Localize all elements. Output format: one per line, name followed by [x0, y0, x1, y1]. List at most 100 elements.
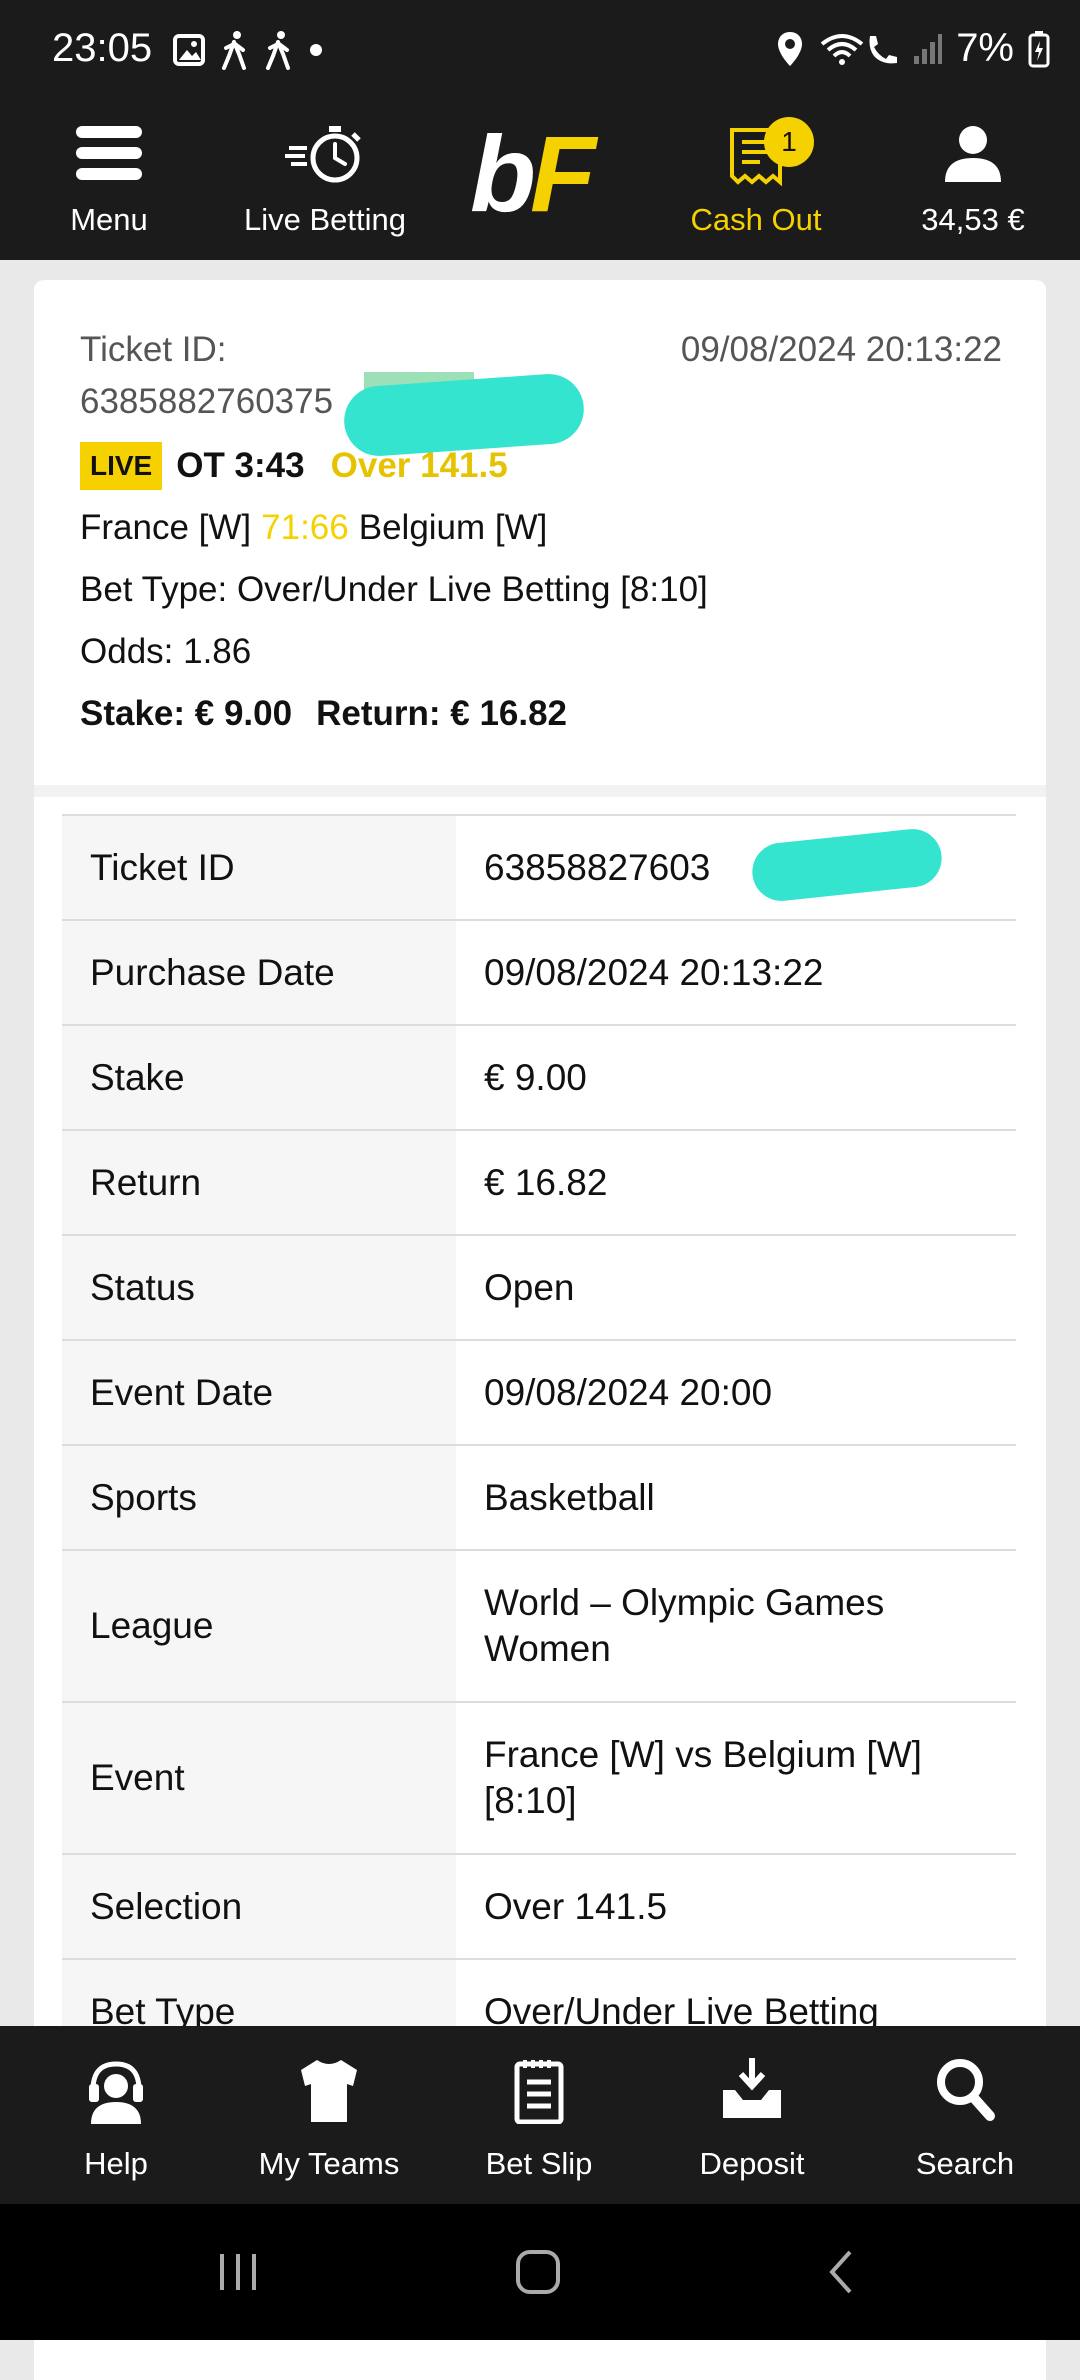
- balance-label: 34,53 €: [921, 202, 1025, 237]
- home-team: France [W]: [80, 508, 252, 547]
- deposit-icon: [723, 2058, 781, 2118]
- signal-icon: [914, 33, 943, 64]
- deposit-label: Deposit: [699, 2146, 805, 2181]
- row-value: France [W] vs Belgium [W] [8:10]: [484, 1734, 922, 1821]
- bet-slip-icon: [514, 2060, 564, 2124]
- overtime-clock: OT 3:43: [176, 446, 305, 485]
- bet-slip-label: Bet Slip: [485, 2146, 593, 2181]
- row-label: Purchase Date: [90, 951, 335, 993]
- bet-slip-button[interactable]: Bet Slip: [476, 2026, 602, 2204]
- wifi-calling-icon: [820, 33, 898, 65]
- status-time: 23:05: [52, 26, 153, 70]
- jersey-icon: [301, 2060, 357, 2122]
- bottom-navigation: Help My Teams Bet Slip Deposit Search: [0, 2026, 1080, 2204]
- battery-percent: 7%: [956, 26, 1014, 70]
- row-value: Basketball: [484, 1476, 655, 1518]
- table-row: Event France [W] vs Belgium [W] [8:10]: [62, 1703, 1016, 1855]
- live-score: 71:66: [261, 508, 349, 547]
- menu-button[interactable]: Menu: [44, 102, 174, 260]
- row-label: Event Date: [90, 1371, 274, 1413]
- cashout-icon-wrap: 1: [728, 117, 814, 187]
- bet-type-text: Bet Type: Over/Under Live Betting [8:10]: [80, 570, 708, 609]
- row-value: Over 141.5: [484, 1885, 668, 1927]
- deposit-button[interactable]: Deposit: [690, 2026, 814, 2204]
- cash-out-badge: 1: [764, 117, 814, 167]
- back-icon: [829, 2250, 852, 2294]
- ticket-id-value: 6385882760375: [80, 382, 334, 421]
- hamburger-icon: [76, 126, 142, 180]
- help-button[interactable]: Help: [56, 2026, 176, 2204]
- selection-text: Over 141.5: [330, 446, 508, 485]
- divider: [34, 785, 1046, 797]
- table-row: Event Date 09/08/2024 20:00: [62, 1341, 1016, 1446]
- row-label: Return: [90, 1161, 202, 1203]
- battery-charging-icon: [1028, 30, 1050, 67]
- home-icon: [516, 2250, 560, 2294]
- recents-icon: [220, 2254, 256, 2290]
- headset-icon: [89, 2061, 143, 2124]
- dot-icon: [310, 44, 322, 56]
- ticket-date: 09/08/2024 20:13:22: [680, 330, 1002, 369]
- row-label: Selection: [90, 1885, 243, 1927]
- table-row: Ticket ID 63858827603: [62, 816, 1016, 921]
- live-betting-button[interactable]: Live Betting: [232, 102, 418, 260]
- system-icons: 7%: [776, 26, 1050, 71]
- gallery-icon: [173, 34, 205, 66]
- ticket-details-table: Ticket ID 63858827603 Purchase Date 09/0…: [62, 814, 1016, 2065]
- status-bar: 23:05 7%: [0, 0, 1080, 102]
- row-label: Stake: [90, 1056, 185, 1098]
- row-value: 09/08/2024 20:00: [484, 1371, 773, 1413]
- table-row: Stake € 9.00: [62, 1026, 1016, 1131]
- search-label: Search: [915, 2146, 1015, 2181]
- table-row: Sports Basketball: [62, 1446, 1016, 1551]
- row-value: Open: [484, 1266, 575, 1308]
- search-icon: [937, 2059, 995, 2121]
- account-button[interactable]: 34,53 €: [910, 102, 1036, 260]
- home-button[interactable]: [496, 2204, 580, 2340]
- row-label: Status: [90, 1266, 195, 1308]
- search-button[interactable]: Search: [910, 2026, 1020, 2204]
- location-icon: [778, 31, 803, 66]
- notification-icons: [172, 30, 324, 70]
- table-row: Status Open: [62, 1236, 1016, 1341]
- walking-icon: [222, 31, 246, 70]
- match-row: France [W] 71:66 Belgium [W]: [80, 508, 547, 548]
- row-value: World – Olympic Games Women: [484, 1582, 885, 1669]
- stake-text: Stake: € 9.00: [80, 694, 293, 733]
- row-label: League: [90, 1605, 214, 1646]
- table-row: Selection Over 141.5: [62, 1855, 1016, 1960]
- app-header: Menu Live Betting bF 1 Cash Out 34,53 €: [0, 102, 1080, 260]
- row-label: Event: [90, 1757, 185, 1798]
- help-label: Help: [84, 2146, 148, 2181]
- table-row: Purchase Date 09/08/2024 20:13:22: [62, 921, 1016, 1026]
- row-value: € 9.00: [484, 1056, 587, 1098]
- recent-apps-button[interactable]: [196, 2204, 280, 2340]
- row-label: Ticket ID: [90, 846, 235, 888]
- live-badge: LIVE: [80, 442, 163, 490]
- my-teams-button[interactable]: My Teams: [248, 2026, 410, 2204]
- back-button[interactable]: [800, 2204, 884, 2340]
- ticket-summary-card[interactable]: Ticket ID: 6385882760375 09/08/2024 20:1…: [34, 280, 1046, 785]
- return-text: Return: € 16.82: [316, 694, 568, 733]
- bet-type-row: Bet Type: Over/Under Live Betting [8:10]: [80, 570, 708, 610]
- row-label: Sports: [90, 1476, 197, 1518]
- stake-return-row: Stake: € 9.00 Return: € 16.82: [80, 694, 567, 734]
- row-value: € 16.82: [484, 1161, 608, 1203]
- table-row: Return € 16.82: [62, 1131, 1016, 1236]
- table-row: League World – Olympic Games Women: [62, 1551, 1016, 1703]
- odds-row: Odds: 1.86: [80, 632, 251, 672]
- row-value: 09/08/2024 20:13:22: [484, 951, 824, 993]
- live-status-row: LIVE OT 3:43 Over 141.5: [80, 442, 508, 490]
- away-team: Belgium [W]: [358, 508, 548, 547]
- system-navigation-bar: [0, 2204, 1080, 2340]
- my-teams-label: My Teams: [258, 2146, 400, 2181]
- cash-out-button[interactable]: 1 Cash Out: [686, 102, 826, 260]
- live-betting-label: Live Betting: [244, 202, 406, 237]
- odds-text: Odds: 1.86: [80, 632, 252, 671]
- logo[interactable]: bF: [470, 120, 596, 228]
- walking-icon-2: [266, 31, 290, 70]
- cash-out-label: Cash Out: [690, 202, 822, 237]
- ticket-id-label: Ticket ID:: [80, 330, 227, 369]
- user-icon: [945, 126, 1001, 182]
- stopwatch-icon: [285, 126, 361, 183]
